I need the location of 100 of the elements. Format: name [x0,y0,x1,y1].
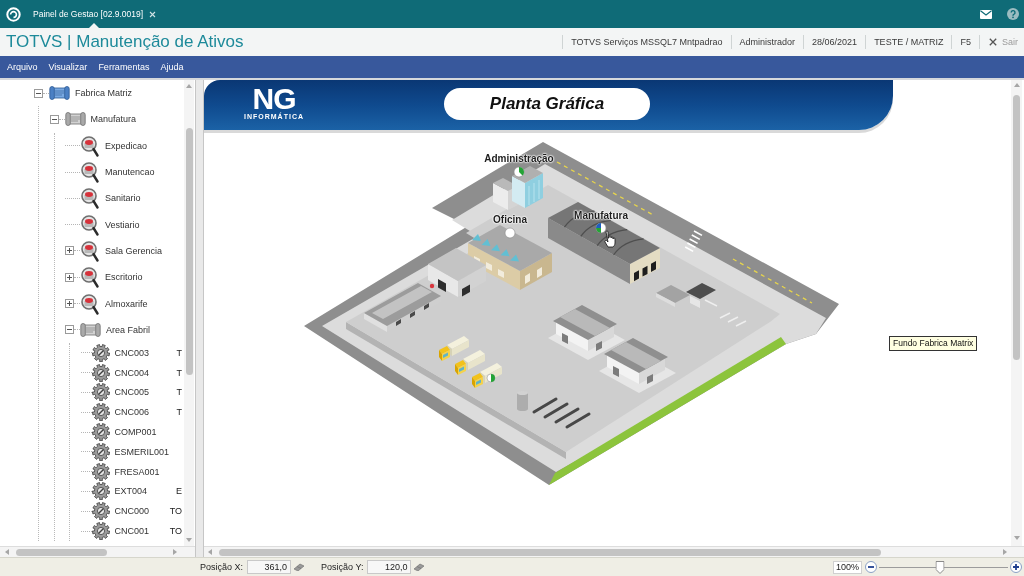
tooltip: Fundo Fabrica Matrix [889,336,978,351]
collapse-icon[interactable] [49,114,59,124]
gear-icon [91,482,110,501]
tree-item[interactable]: CNC003 [114,346,149,359]
help-icon[interactable] [1007,8,1019,20]
gear-icon [91,403,110,422]
tree-item[interactable]: Sanitario [105,192,141,205]
magnifier-icon [80,161,100,184]
menu-item[interactable]: Visualizar [48,61,88,73]
expand-icon[interactable] [65,299,74,308]
tree-item[interactable]: Almoxarife [105,297,148,310]
menu-item[interactable]: Ferramentas [98,61,150,73]
gear-icon [91,363,110,382]
expand-icon[interactable] [65,246,74,256]
scrollbar-thumb[interactable] [185,128,193,375]
header-info: TOTVS Serviços MSSQL7 Mntpadrao [562,35,731,49]
tree-cell: TO [169,525,182,538]
tree-item[interactable]: FRESA001 [114,465,160,478]
status-pie-icon[interactable] [513,166,525,178]
mail-icon[interactable] [980,9,992,19]
tree-item[interactable]: CNC006 [114,406,149,419]
gear-icon [91,522,110,541]
tree-item[interactable]: CNC004 [114,366,149,379]
tree-item[interactable]: Manufatura [90,113,137,126]
guard-house [656,283,716,308]
tree-item[interactable]: CNC001 [114,525,149,538]
coordinate-field[interactable]: 361,0 [247,560,292,574]
administration-building [493,166,543,210]
header-info: 28/06/2021 [803,35,866,49]
gear-icon [91,343,110,362]
tree-item[interactable]: EXT004 [114,485,148,498]
zoom-in-icon[interactable] [1010,561,1022,573]
scroll-right-icon[interactable] [1003,549,1007,555]
gear-icon [91,383,110,402]
area-label[interactable]: Oficina [493,214,527,226]
eraser-icon[interactable] [413,563,426,571]
header-info: Administrador [730,35,804,49]
page-title: Planta Gráfica [444,88,650,120]
coordinate-field[interactable]: 120,0 [367,560,412,574]
scroll-down-icon[interactable] [186,538,192,542]
collapse-icon[interactable] [34,88,43,98]
close-icon [989,38,997,46]
parking-stripe [532,397,558,414]
tree-item[interactable]: CNC005 [114,386,149,399]
tree-cell: T [176,386,182,399]
zoom-slider[interactable] [879,560,1008,574]
menu-item[interactable]: Arquivo [7,61,38,73]
tree-cell: T [176,406,182,419]
scrollbar-thumb[interactable] [16,548,107,556]
scroll-left-icon[interactable] [208,549,212,555]
collapse-icon[interactable] [65,325,74,335]
gear-icon [91,502,110,521]
scroll-right-icon[interactable] [173,549,177,555]
tree-item[interactable]: COMP001 [114,426,157,439]
crosswalk-drawing [684,230,703,253]
tree-cell: TO [169,505,182,518]
status-pie-icon[interactable] [595,222,607,234]
tree-item[interactable]: Escritorio [105,271,143,284]
parking-stripe [565,412,591,429]
status-pie-icon[interactable] [486,373,496,383]
truck-drawing [439,336,469,361]
logo-text: NG [252,86,296,112]
parking-stripe [554,407,580,424]
tree-item[interactable]: Expedicao [105,139,148,152]
tree-item[interactable]: Vestiario [105,218,140,231]
scroll-down-icon[interactable] [1013,536,1020,540]
tree-item[interactable]: Manutencao [105,166,155,179]
scrollbar-thumb[interactable] [1013,95,1020,360]
water-tank [517,391,528,411]
gear-icon [91,423,110,442]
menu-item[interactable]: Ajuda [160,61,184,73]
expand-icon[interactable] [65,272,74,282]
tree-item[interactable]: Area Fabril [106,323,150,336]
slider-thumb[interactable] [935,560,945,574]
scrollbar-thumb[interactable] [219,548,881,556]
hand-cursor-icon [604,230,616,248]
app-title: TOTVS | Manutenção de Ativos [6,32,244,52]
magnifier-icon [80,187,100,210]
tree-cell: E [176,485,182,498]
zoom-out-icon[interactable] [865,561,877,573]
tree-item[interactable]: ESMERIL001 [114,445,170,458]
tree-item[interactable]: Sala Gerencia [105,244,163,257]
truck-drawing [455,350,485,375]
garage-building [428,248,486,297]
magnifier-icon [80,266,100,289]
paper-scroll-icon [49,85,70,102]
field-label: Posição Y: [321,561,364,573]
scroll-up-icon[interactable] [186,84,192,88]
header-info: F5 [951,35,979,49]
gear-icon [91,442,110,461]
tree-item[interactable]: CNC000 [114,505,149,518]
zoom-level: 100% [832,560,862,574]
scroll-left-icon[interactable] [5,549,9,555]
tree-item[interactable]: Fabrica Matriz [75,87,132,100]
ring-logo-icon [6,6,21,22]
tree-cell: T [176,346,182,359]
scroll-up-icon[interactable] [1013,83,1020,87]
eraser-icon[interactable] [293,563,306,571]
close-icon[interactable] [149,10,157,18]
gear-icon [91,462,110,481]
